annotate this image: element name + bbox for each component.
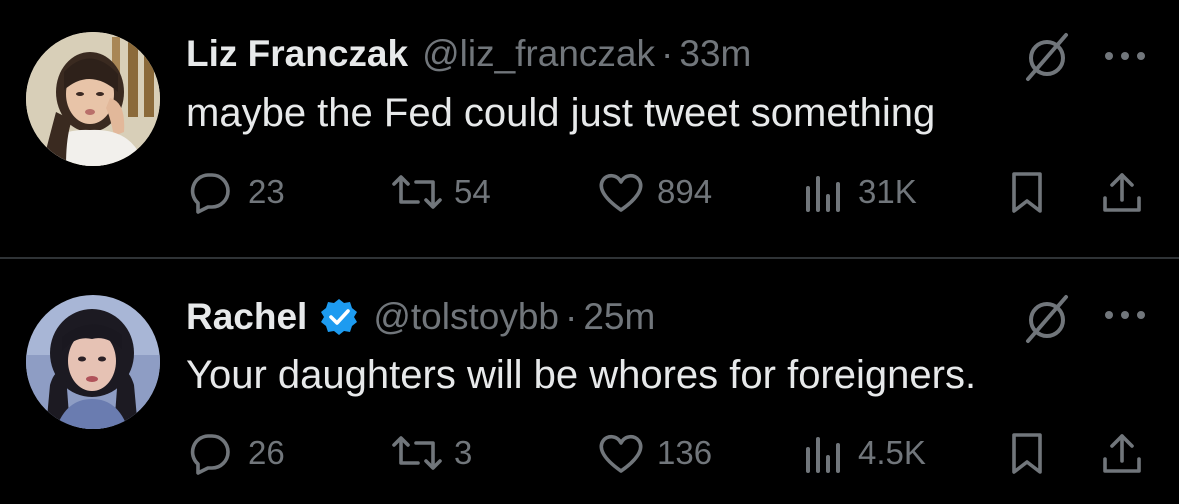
views-button[interactable]: 31K bbox=[802, 167, 917, 217]
views-button[interactable]: 4.5K bbox=[802, 428, 926, 478]
reply-icon bbox=[188, 170, 232, 214]
views-icon bbox=[802, 170, 846, 214]
repost-button[interactable]: 54 bbox=[390, 167, 491, 217]
views-count: 31K bbox=[858, 173, 917, 210]
bookmark-button[interactable] bbox=[1005, 428, 1049, 478]
tweet-text: maybe the Fed could just tweet something bbox=[186, 91, 936, 135]
repost-count: 54 bbox=[454, 173, 491, 210]
tweet-header: Rachel @tolstoybb · 25m bbox=[186, 295, 655, 339]
reply-count: 23 bbox=[248, 173, 285, 210]
share-icon bbox=[1100, 170, 1144, 214]
share-button[interactable] bbox=[1100, 428, 1144, 478]
share-icon bbox=[1100, 431, 1144, 475]
display-name[interactable]: Rachel bbox=[186, 296, 307, 338]
bookmark-icon bbox=[1005, 431, 1049, 475]
like-count: 894 bbox=[657, 173, 713, 210]
avatar[interactable] bbox=[26, 295, 160, 429]
verified-badge-icon bbox=[319, 297, 359, 337]
user-handle[interactable]: @tolstoybb bbox=[373, 296, 559, 338]
bookmark-button[interactable] bbox=[1005, 167, 1049, 217]
separator-dot: · bbox=[661, 33, 674, 74]
tweet-text: Your daughters will be whores for foreig… bbox=[186, 353, 977, 397]
separator-dot: · bbox=[565, 296, 578, 337]
repost-icon bbox=[390, 431, 444, 475]
like-button[interactable]: 136 bbox=[597, 428, 712, 478]
bookmark-icon bbox=[1005, 170, 1049, 214]
timestamp[interactable]: 25m bbox=[583, 296, 655, 338]
tweet-header: Liz Franczak @liz_franczak · 33m bbox=[186, 32, 751, 76]
timestamp[interactable]: 33m bbox=[679, 33, 751, 75]
more-icon[interactable] bbox=[1100, 46, 1150, 66]
views-icon bbox=[802, 431, 846, 475]
user-handle[interactable]: @liz_franczak bbox=[422, 33, 655, 75]
reply-button[interactable]: 26 bbox=[188, 428, 285, 478]
views-count: 4.5K bbox=[858, 434, 926, 471]
tweet[interactable]: Liz Franczak @liz_franczak · 33m maybe t… bbox=[0, 0, 1179, 258]
reply-count: 26 bbox=[248, 434, 285, 471]
repost-count: 3 bbox=[454, 434, 473, 471]
repost-button[interactable]: 3 bbox=[390, 428, 472, 478]
like-button[interactable]: 894 bbox=[597, 167, 712, 217]
tweet[interactable]: Rachel @tolstoybb · 25m Your daughters w… bbox=[0, 259, 1179, 504]
like-icon bbox=[597, 170, 645, 214]
more-icon[interactable] bbox=[1100, 305, 1150, 325]
grok-icon[interactable] bbox=[1018, 27, 1076, 85]
reply-button[interactable]: 23 bbox=[188, 167, 285, 217]
avatar[interactable] bbox=[26, 32, 160, 166]
like-icon bbox=[597, 431, 645, 475]
grok-icon[interactable] bbox=[1018, 289, 1076, 347]
repost-icon bbox=[390, 170, 444, 214]
display-name[interactable]: Liz Franczak bbox=[186, 33, 408, 75]
like-count: 136 bbox=[657, 434, 713, 471]
reply-icon bbox=[188, 431, 232, 475]
share-button[interactable] bbox=[1100, 167, 1144, 217]
